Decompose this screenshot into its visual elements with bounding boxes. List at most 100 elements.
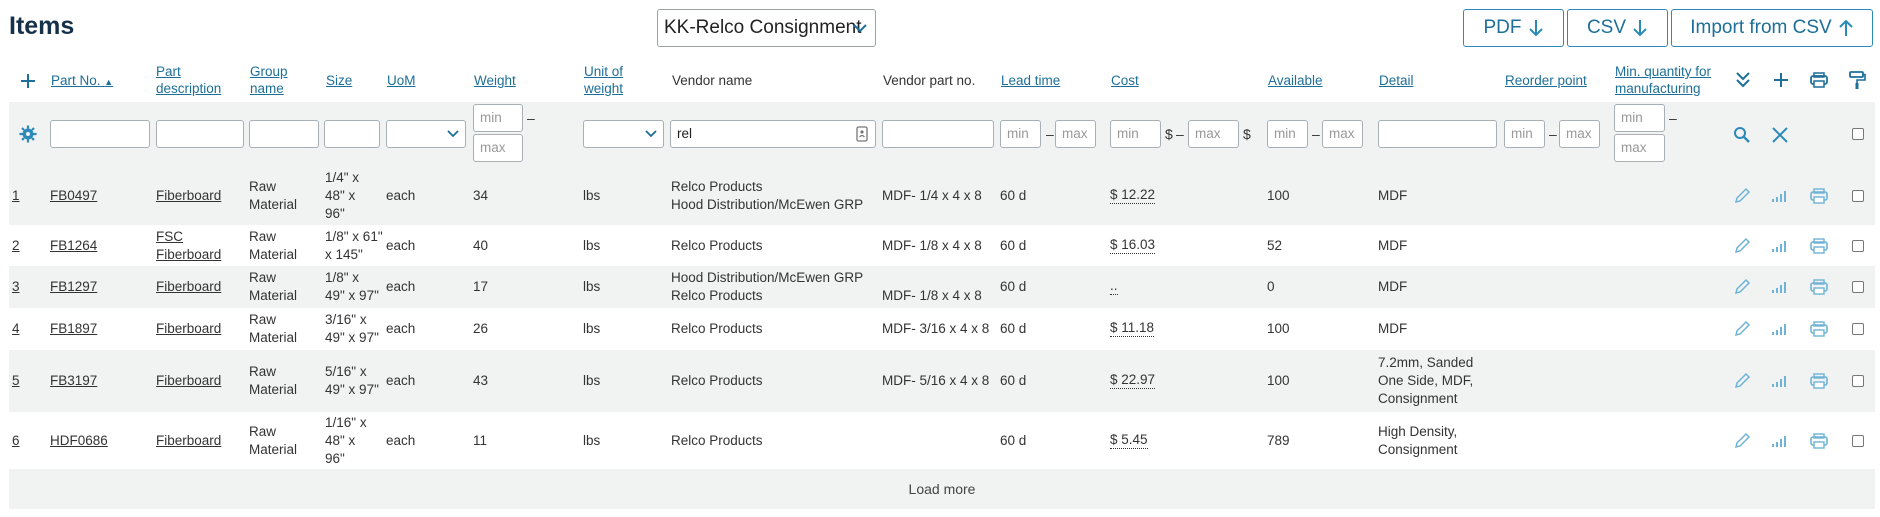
part-description-link[interactable]: FSC Fiberboard [156,228,221,264]
print-icon[interactable] [1809,278,1829,296]
part-no-link[interactable]: FB1897 [50,320,97,338]
print-icon[interactable] [1809,71,1829,89]
col-group-name[interactable]: Group name [250,63,288,97]
part-description-link[interactable]: Fiberboard [156,320,221,338]
size-filter[interactable] [324,120,380,148]
stats-bars-icon[interactable] [1771,434,1787,448]
group-name-filter[interactable] [249,120,319,148]
stats-bars-icon[interactable] [1771,322,1787,336]
weight-max-input[interactable]: max [473,134,523,162]
row-select-checkbox[interactable] [1852,434,1864,447]
edit-pencil-icon[interactable] [1733,237,1751,255]
row-select-checkbox[interactable] [1852,189,1864,202]
search-icon[interactable] [1733,126,1751,144]
part-description-link[interactable]: Fiberboard [156,372,221,390]
vendor-name-filter[interactable]: rel [670,120,876,148]
row-number-link[interactable]: 3 [12,278,20,296]
reorder-max-input[interactable]: max [1559,120,1600,148]
min-qty-max-input[interactable]: max [1614,134,1665,162]
csv-button[interactable]: CSV [1567,9,1668,47]
col-reorder-point[interactable]: Reorder point [1505,72,1587,89]
detail-value: MDF [1378,237,1407,255]
unit-of-weight-filter-select[interactable] [583,120,664,148]
row-select-checkbox[interactable] [1852,323,1864,335]
weight-min-input[interactable]: min [473,104,523,132]
part-description-link[interactable]: Fiberboard [156,432,221,450]
col-cost[interactable]: Cost [1111,72,1139,89]
row-number-link[interactable]: 1 [12,187,20,205]
available-min-input[interactable]: min [1267,120,1308,148]
available-value: 789 [1267,432,1290,448]
print-icon[interactable] [1809,237,1829,255]
col-size[interactable]: Size [326,72,352,89]
col-detail[interactable]: Detail [1379,72,1414,89]
uom-value: each [386,187,416,203]
cost-max-input[interactable]: max [1188,120,1239,148]
vendor-name-value: Hood Distribution/McEwen GRP Relco Produc… [671,269,863,305]
stats-bars-icon[interactable] [1771,374,1787,388]
col-group-line1: Group [250,64,288,79]
detail-value-line: One Side, MDF, [1378,373,1474,388]
lead-time-min-input[interactable]: min [1000,120,1041,148]
part-no-filter[interactable] [50,120,150,148]
part-description-filter[interactable] [156,120,244,148]
row-number-link[interactable]: 6 [12,432,20,450]
edit-pencil-icon[interactable] [1733,372,1751,390]
row-select-checkbox[interactable] [1852,239,1864,252]
part-no-link[interactable]: FB3197 [50,372,97,390]
col-lead-time[interactable]: Lead time [1001,72,1060,89]
stats-bars-icon[interactable] [1771,189,1787,203]
row-number-link[interactable]: 2 [12,237,20,255]
print-icon[interactable] [1809,187,1829,205]
part-description-link[interactable]: Fiberboard [156,278,221,296]
unit-of-weight-value: lbs [583,321,601,336]
part-no-link[interactable]: FB1264 [50,237,97,255]
edit-pencil-icon[interactable] [1733,432,1751,450]
part-no-link[interactable]: HDF0686 [50,432,108,450]
uom-filter-select[interactable] [386,120,466,148]
group-name: Raw Material [249,228,297,264]
gear-icon[interactable] [19,125,37,143]
import-csv-button[interactable]: Import from CSV [1671,9,1873,47]
available-max-input[interactable]: max [1322,120,1363,148]
consignment-select[interactable]: KK-Relco Consignment [657,9,876,47]
expand-columns-icon[interactable] [1734,70,1752,90]
col-part-no[interactable]: Part No. ▲ [51,72,113,91]
add-icon[interactable] [19,72,37,90]
row-select-checkbox[interactable] [1852,281,1864,293]
edit-pencil-icon[interactable] [1733,187,1751,205]
edit-pencil-icon[interactable] [1733,320,1751,338]
add-column-icon[interactable] [1772,71,1790,89]
row-number-link[interactable]: 5 [12,372,20,390]
col-vendor-part-no: Vendor part no. [883,73,976,88]
col-weight[interactable]: Weight [474,72,516,89]
print-icon[interactable] [1809,320,1829,338]
cost-min-input[interactable]: min [1110,120,1161,148]
select-all-checkbox[interactable] [1852,128,1864,140]
pdf-button[interactable]: PDF [1463,9,1564,47]
col-available[interactable]: Available [1268,72,1323,89]
part-no-link[interactable]: FB1297 [50,278,97,296]
stats-bars-icon[interactable] [1771,239,1787,253]
print-icon[interactable] [1809,372,1829,390]
min-qty-min-input[interactable]: min [1614,104,1665,132]
row-select-checkbox[interactable] [1852,375,1864,387]
lead-time-max-input[interactable]: max [1055,120,1096,148]
part-description-link[interactable]: Fiberboard [156,187,221,205]
print-icon[interactable] [1809,432,1829,450]
reorder-min-input[interactable]: min [1504,120,1545,148]
col-part-description[interactable]: Part description [156,63,221,97]
stats-bars-icon[interactable] [1771,280,1787,294]
row-number-link[interactable]: 4 [12,320,20,338]
paint-roller-icon[interactable] [1848,70,1866,90]
detail-filter[interactable] [1378,120,1497,148]
col-unit-of-weight[interactable]: Unit of weight [584,63,623,97]
col-uom[interactable]: UoM [387,72,416,89]
clear-filters-icon[interactable] [1771,126,1789,144]
vendor-part-no-filter[interactable] [882,120,994,148]
detail-value-line: 7.2mm, Sanded [1378,355,1474,370]
edit-pencil-icon[interactable] [1733,278,1751,296]
col-min-qty-manufacturing[interactable]: Min. quantity for manufacturing [1615,63,1711,97]
part-no-link[interactable]: FB0497 [50,187,97,205]
load-more-button[interactable]: Load more [9,469,1875,509]
